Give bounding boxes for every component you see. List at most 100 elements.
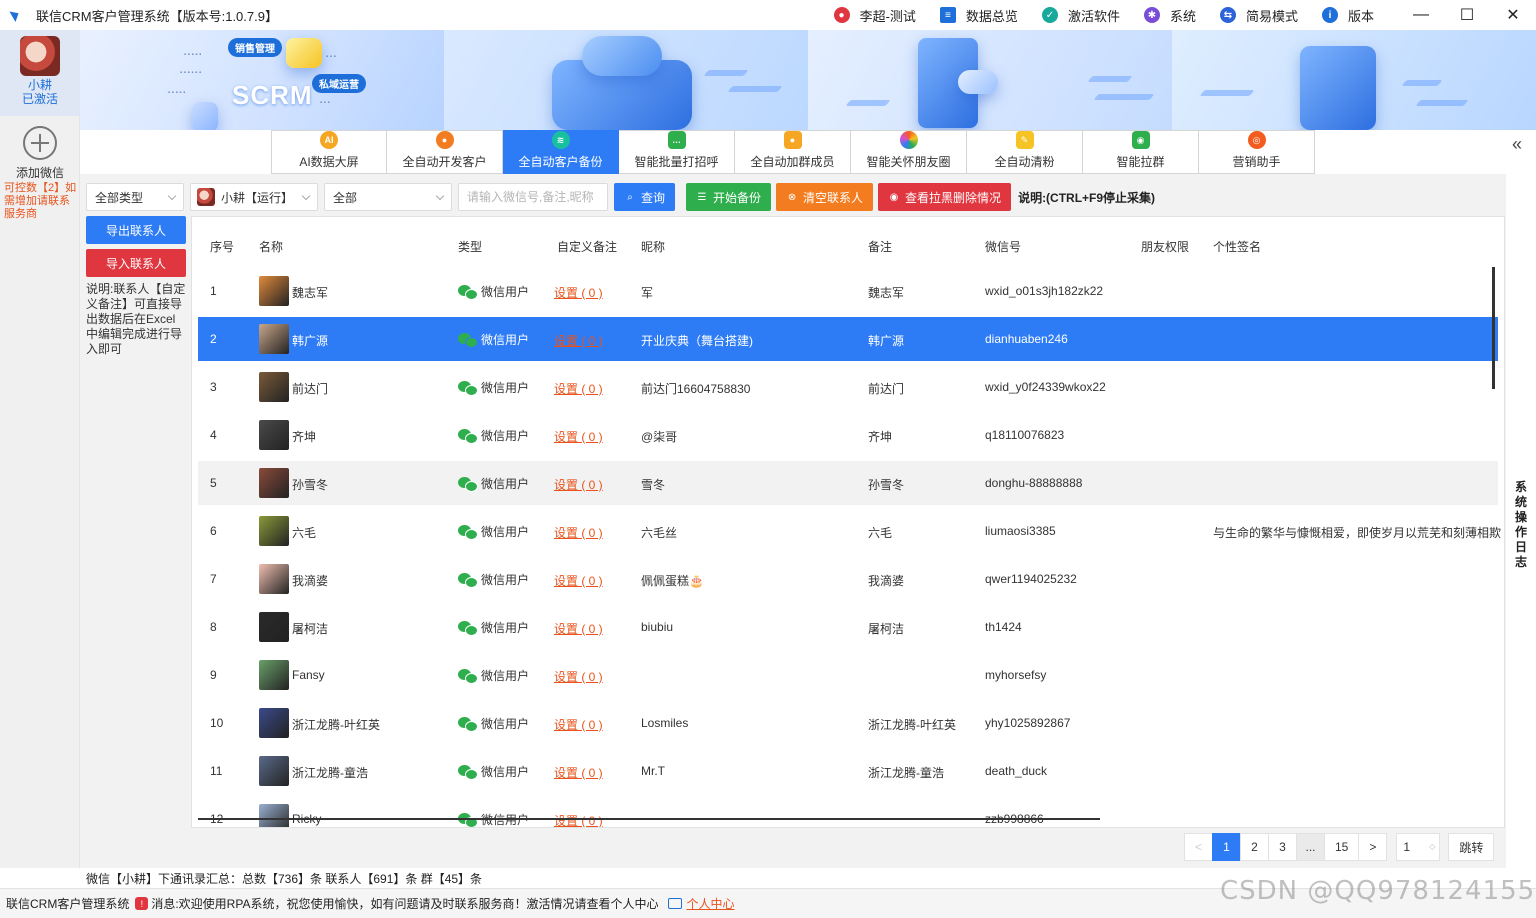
tab-batch-greet[interactable]: … 智能批量打招呼 xyxy=(619,130,735,174)
close-button[interactable]: ✕ xyxy=(1490,0,1536,30)
custom-remark-link[interactable]: 设置 ( 0 ) xyxy=(554,284,603,301)
start-backup-button[interactable]: ☰ 开始备份 xyxy=(686,183,772,211)
avatar xyxy=(259,564,289,594)
personal-center-link[interactable]: 个人中心 xyxy=(686,895,734,912)
clear-contacts-button[interactable]: ⊗ 清空联系人 xyxy=(776,183,874,211)
column-header[interactable]: 昵称 xyxy=(641,238,665,255)
activate-software-button[interactable]: ✓ 激活软件 xyxy=(1041,6,1120,25)
add-wechat-button[interactable]: 添加微信 xyxy=(0,126,80,181)
custom-remark-link[interactable]: 设置 ( 0 ) xyxy=(554,620,603,637)
query-button[interactable]: ⌕ 查询 xyxy=(614,183,676,211)
data-overview-button[interactable]: ≡ 数据总览 xyxy=(939,6,1018,25)
table-row[interactable]: 9 Fansy 微信用户 设置 ( 0 ) myhorsefsy xyxy=(198,653,1498,697)
range-select[interactable]: 全部 xyxy=(324,183,452,211)
collapse-panel-icon[interactable]: « xyxy=(1512,134,1522,155)
tab-auto-add-group[interactable]: ● 全自动加群成员 xyxy=(735,130,851,174)
column-header[interactable]: 名称 xyxy=(259,238,283,255)
version-button[interactable]: i 版本 xyxy=(1321,6,1374,25)
cell-name: 浙江龙腾-叶红英 xyxy=(292,718,380,732)
custom-remark-link[interactable]: 设置 ( 0 ) xyxy=(554,380,603,397)
column-header[interactable]: 微信号 xyxy=(985,238,1021,255)
horizontal-scrollbar[interactable] xyxy=(198,818,1100,820)
table-row[interactable]: 6 六毛 微信用户 设置 ( 0 ) 六毛丝 六毛 liumaosi3385 与生命的繁华与慷… xyxy=(198,509,1501,553)
search-input[interactable] xyxy=(467,190,597,204)
page-number-input[interactable]: 1 ◇ xyxy=(1396,833,1441,861)
target-icon: ◎ xyxy=(1247,131,1266,149)
maximize-icon: ☐ xyxy=(1459,7,1475,24)
tab-auto-backup[interactable]: ≋ 全自动客户备份 xyxy=(503,130,619,174)
system-log-toggle[interactable]: 系统操作日志 xyxy=(1514,480,1528,570)
column-header[interactable]: 朋友权限 xyxy=(1141,238,1189,255)
column-header[interactable]: 序号 xyxy=(210,238,234,255)
custom-remark-link[interactable]: 设置 ( 0 ) xyxy=(554,668,603,685)
cell-type: 微信用户 xyxy=(458,427,529,444)
table-row[interactable]: 5 孙雪冬 微信用户 设置 ( 0 ) 雪冬 孙雪冬 donghu-88888888 xyxy=(198,461,1498,505)
table-row[interactable]: 10 浙江龙腾-叶红英 微信用户 设置 ( 0 ) Losmiles 浙江龙腾-叶红英 yh… xyxy=(198,701,1498,745)
custom-remark-link[interactable]: 设置 ( 0 ) xyxy=(554,524,603,541)
next-page-button[interactable]: > xyxy=(1358,833,1388,861)
export-contacts-button[interactable]: 导出联系人 xyxy=(86,216,186,244)
table-row[interactable]: 11 浙江龙腾-童浩 微信用户 设置 ( 0 ) Mr.T 浙江龙腾-童浩 death_du… xyxy=(198,749,1498,793)
vertical-scrollbar[interactable] xyxy=(1492,267,1495,389)
tab-auto-clean[interactable]: ✎ 全自动清粉 xyxy=(967,130,1083,174)
column-header[interactable]: 备注 xyxy=(868,238,892,255)
maximize-button[interactable]: ☐ xyxy=(1444,0,1490,30)
page-ellipsis[interactable]: ... xyxy=(1296,833,1325,861)
tab-marketing-assistant[interactable]: ◎ 营销助手 xyxy=(1199,130,1315,174)
custom-remark-link[interactable]: 设置 ( 0 ) xyxy=(554,332,603,349)
custom-remark-link[interactable]: 设置 ( 0 ) xyxy=(554,716,603,733)
cell-nick: Mr.T xyxy=(641,764,665,778)
minimize-button[interactable]: — xyxy=(1398,0,1444,30)
page-button[interactable]: 3 xyxy=(1268,833,1297,861)
user-menu[interactable]: ● 李超-测试 xyxy=(833,6,916,25)
custom-remark-link[interactable]: 设置 ( 0 ) xyxy=(554,572,603,589)
custom-remark-link[interactable]: 设置 ( 0 ) xyxy=(554,476,603,493)
table-row[interactable]: 3 前达门 微信用户 设置 ( 0 ) 前达门16604758830 前达门 wxid_y0… xyxy=(198,365,1498,409)
column-header[interactable]: 个性签名 xyxy=(1213,238,1261,255)
cell-no: 3 xyxy=(210,380,217,394)
account-select-value: 小耕【运行】 xyxy=(221,190,294,205)
simple-mode-button[interactable]: ⇆ 简易模式 xyxy=(1219,6,1298,25)
tab-moments-care[interactable]: 智能关怀朋友圈 xyxy=(851,130,967,174)
column-header[interactable]: 自定义备注 xyxy=(557,238,617,255)
account-card[interactable]: 小耕 已激活 xyxy=(0,30,80,116)
banner-stripe xyxy=(1401,80,1443,86)
account-status: 已激活 xyxy=(21,92,58,106)
import-contacts-button[interactable]: 导入联系人 xyxy=(86,249,186,277)
custom-remark-link[interactable]: 设置 ( 0 ) xyxy=(554,764,603,781)
type-label: 微信用户 xyxy=(481,477,530,491)
custom-remark-link[interactable]: 设置 ( 0 ) xyxy=(554,428,603,445)
tab-smart-pull-group[interactable]: ◉ 智能拉群 xyxy=(1083,130,1199,174)
tab-label: 营销助手 xyxy=(1232,155,1281,169)
system-button[interactable]: ✱ 系统 xyxy=(1143,6,1196,25)
view-blocked-button[interactable]: ◉ 查看拉黑删除情况 xyxy=(878,183,1012,211)
custom-remark-link[interactable]: 设置 ( 0 ) xyxy=(554,812,603,827)
cell-type: 微信用户 xyxy=(458,763,529,780)
data-overview-label: 数据总览 xyxy=(965,8,1018,24)
app-title: 联信CRM客户管理系统【版本号:1.0.7.9】 xyxy=(36,8,278,24)
jump-button[interactable]: 跳转 xyxy=(1448,833,1495,861)
cell-type: 微信用户 xyxy=(458,379,529,396)
page-button[interactable]: 2 xyxy=(1240,833,1269,861)
table-row[interactable]: 4 齐坤 微信用户 设置 ( 0 ) @柒哥 齐坤 q18110076823 xyxy=(198,413,1498,457)
table-row[interactable]: 2 韩广源 微信用户 设置 ( 0 ) 开业庆典（舞台搭建) 韩广源 dianhuaben2… xyxy=(198,317,1498,361)
type-select[interactable]: 全部类型 xyxy=(86,183,184,211)
switch-icon: ⇆ xyxy=(1219,7,1236,23)
account-select[interactable]: 小耕【运行】 xyxy=(190,183,318,211)
cell-remark: 浙江龙腾-叶红英 xyxy=(868,718,956,732)
wechat-icon xyxy=(458,764,478,780)
table-row[interactable]: 12Ricky微信用户设置 ( 0 )zzb998866 xyxy=(198,797,1498,827)
doc-card-icon xyxy=(192,102,218,130)
page-button[interactable]: 15 xyxy=(1324,833,1360,861)
tab-ai-dashboard[interactable]: AI AI数据大屏 xyxy=(271,130,387,174)
column-header[interactable]: 类型 xyxy=(458,238,482,255)
tab-auto-develop[interactable]: ● 全自动开发客户 xyxy=(387,130,503,174)
page-button[interactable]: 1 xyxy=(1212,833,1241,861)
prev-page-button[interactable]: < xyxy=(1184,833,1213,861)
table-row[interactable]: 1 魏志军 微信用户 设置 ( 0 ) 军 魏志军 wxid_o01s3jh182zk22 xyxy=(198,269,1498,313)
table-row[interactable]: 8 屠柯洁 微信用户 设置 ( 0 ) biubiu 屠柯洁 th1424 xyxy=(198,605,1498,649)
wechat-icon: ◉ xyxy=(1131,131,1150,149)
cell-remark: 六毛 xyxy=(868,526,893,540)
table-row[interactable]: 7 我滴婆 微信用户 设置 ( 0 ) 佩佩蛋糕🎂 我滴婆 qwer1194025232 xyxy=(198,557,1498,601)
user-label: 李超-测试 xyxy=(859,8,916,24)
